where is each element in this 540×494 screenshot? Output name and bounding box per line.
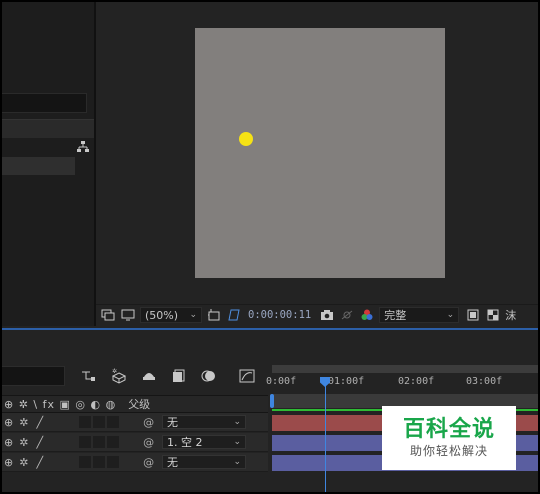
shy-switch-icon[interactable]: ⊕ — [4, 456, 13, 469]
chevron-down-icon: ⌄ — [233, 417, 241, 427]
pick-whip-icon[interactable]: @ — [143, 456, 154, 469]
parent-dropdown-3[interactable]: 无 ⌄ — [162, 455, 246, 469]
viewer-toolbar: (50%) ⌄ 0:00:00:11 完整 ⌄ 沫 — [96, 304, 538, 325]
parent-column-header: 父级 — [128, 398, 151, 411]
chevron-down-icon: ⌄ — [233, 437, 241, 447]
parent-value: 无 — [167, 456, 178, 469]
svg-text:✲: ✲ — [112, 368, 117, 375]
current-time-display[interactable]: 0:00:00:11 — [248, 309, 311, 321]
collapse-switch-icon[interactable]: ✲ — [19, 416, 28, 429]
pick-whip-icon[interactable]: @ — [143, 436, 154, 449]
project-item-row[interactable] — [2, 157, 75, 175]
motion-blur-icon[interactable] — [200, 368, 218, 384]
switch-box[interactable] — [79, 456, 92, 468]
show-snapshot-icon[interactable] — [339, 308, 355, 322]
watermark-subtitle: 助你轻松解决 — [409, 444, 488, 458]
parent-dropdown-1[interactable]: 无 ⌄ — [162, 415, 246, 429]
transparency-grid-icon[interactable] — [485, 308, 501, 322]
project-panel — [2, 2, 96, 326]
switch-box[interactable] — [107, 456, 120, 468]
resolution-value: 完整 — [384, 309, 407, 322]
monitor-icon[interactable] — [120, 308, 136, 322]
zoom-value: (50%) — [145, 308, 179, 322]
chevron-down-icon: ⌄ — [189, 310, 197, 320]
switch-box[interactable] — [93, 416, 106, 428]
switch-box[interactable] — [107, 416, 120, 428]
mask-shape-icon[interactable] — [226, 308, 242, 322]
draft-3d-icon[interactable]: ✲ — [110, 368, 128, 384]
ruler-tick-label: 0:00f — [266, 376, 297, 387]
layer-switches-header: ⊕ ✲ \ fx ▣ ◎ ◐ ◍ — [4, 397, 117, 411]
composition-canvas[interactable] — [195, 28, 445, 278]
region-toggle-icon[interactable] — [465, 308, 481, 322]
switch-box[interactable] — [93, 436, 106, 448]
quality-switch-icon[interactable]: ╱ — [36, 456, 43, 469]
view-label-truncated: 沫 — [505, 309, 517, 322]
ruler-tick-label: 02:00f — [398, 376, 435, 387]
flowchart-icon[interactable] — [76, 140, 90, 154]
shy-switch-icon[interactable]: ⊕ — [4, 416, 13, 429]
shy-switch-icon[interactable]: ⊕ — [4, 436, 13, 449]
frame-blending-icon[interactable] — [170, 368, 188, 384]
graph-editor-icon[interactable] — [238, 368, 256, 384]
chevron-down-icon: ⌄ — [446, 310, 455, 320]
region-of-interest-icon[interactable] — [206, 308, 222, 322]
switch-box[interactable] — [79, 416, 92, 428]
work-area-start-handle[interactable] — [270, 394, 274, 408]
switch-box[interactable] — [107, 436, 120, 448]
timeline-search-input[interactable] — [2, 366, 65, 386]
composition-flowchart-icon[interactable] — [80, 368, 98, 384]
watermark: 百科全说 助你轻松解决 — [382, 406, 516, 470]
pick-whip-icon[interactable]: @ — [143, 416, 154, 429]
color-channels-icon[interactable] — [359, 308, 375, 322]
camera-icon[interactable] — [319, 308, 335, 322]
project-search-input[interactable] — [2, 93, 87, 113]
chevron-down-icon: ⌄ — [233, 457, 241, 467]
quality-switch-icon[interactable]: ╱ — [36, 416, 43, 429]
collapse-switch-icon[interactable]: ✲ — [19, 436, 28, 449]
app-window: (50%) ⌄ 0:00:00:11 完整 ⌄ 沫 ✲ ⊕ ✲ \ fx ▣ ◎… — [2, 2, 538, 492]
time-navigator-bar[interactable] — [272, 365, 538, 373]
project-column-header — [2, 119, 94, 138]
quality-switch-icon[interactable]: ╱ — [36, 436, 43, 449]
always-preview-icon[interactable] — [100, 308, 116, 322]
timeline-tools: ✲ — [80, 368, 256, 384]
collapse-switch-icon[interactable]: ✲ — [19, 456, 28, 469]
watermark-title: 百科全说 — [402, 417, 495, 442]
layer-column-header: ⊕ ✲ \ fx ▣ ◎ ◐ ◍ 父级 — [2, 395, 268, 413]
switch-box[interactable] — [93, 456, 106, 468]
playhead-line — [325, 380, 326, 492]
resolution-dropdown[interactable]: 完整 ⌄ — [379, 307, 460, 323]
ruler-tick-label: 01:00f — [328, 376, 365, 387]
yellow-dot-layer[interactable] — [239, 132, 253, 146]
shy-layers-icon[interactable] — [140, 368, 158, 384]
ruler-tick-label: 03:00f — [466, 376, 503, 387]
zoom-dropdown[interactable]: (50%) ⌄ — [140, 307, 202, 323]
switch-box[interactable] — [79, 436, 92, 448]
parent-dropdown-2[interactable]: 1. 空 2 ⌄ — [162, 435, 246, 449]
parent-value: 无 — [167, 416, 178, 429]
parent-value: 1. 空 2 — [167, 436, 203, 449]
